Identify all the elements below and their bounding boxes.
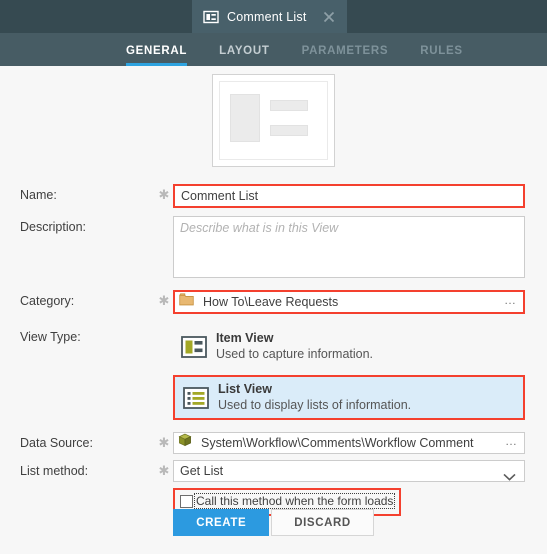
list-view-preview-icon [219,81,328,160]
preview-bar-bottom [270,125,308,136]
view-type-label: View Type: [20,330,81,344]
field-row-category: Category: ✱ How To\Leave Requests … [0,290,547,314]
name-label: Name: [20,188,57,202]
discard-button[interactable]: DISCARD [271,509,374,536]
item-view-text-block: Item View Used to capture information. [216,331,373,362]
title-bar: Comment List [0,0,547,33]
data-source-input[interactable]: System\Workflow\Comments\Workflow Commen… [173,432,525,454]
item-view-title: Item View [216,331,274,345]
field-row-data-source: Data Source: ✱ System\Workflow\Comments\… [0,432,547,454]
category-field-container: How To\Leave Requests … [173,290,547,314]
tab-bar: GENERAL LAYOUT PARAMETERS RULES [0,33,547,66]
chevron-down-icon[interactable] [503,467,516,481]
folder-icon [179,292,194,312]
list-method-field-container: Get List [173,460,547,482]
list-view-icon [183,386,209,410]
name-field-container: Comment List [173,184,547,208]
list-method-required-marker: ✱ [158,463,170,478]
view-preview-thumbnail [212,74,335,167]
field-row-list-method: List method: ✱ Get List [0,460,547,482]
description-label: Description: [20,220,86,234]
tab-rules[interactable]: RULES [420,45,462,66]
description-field-container: Describe what is in this View [173,216,547,278]
preview-left-block [230,94,260,142]
list-method-select[interactable]: Get List [173,460,525,482]
list-method-label: List method: [20,464,89,478]
name-highlight-box: Comment List [173,184,525,208]
view-type-option-item-view[interactable]: Item View Used to capture information. [173,326,525,367]
list-view-icon [203,9,219,25]
field-row-view-type: View Type: * [0,326,547,420]
view-type-option-list-view[interactable]: List View Used to display lists of infor… [175,377,523,418]
preview-thumbnail-container [0,74,547,167]
category-browse-button[interactable]: … [502,294,519,310]
general-tab-panel: Name: ✱ Comment List Description: * Desc… [0,66,547,554]
field-row-name: Name: ✱ Comment List [0,184,547,208]
document-tab-comment-list[interactable]: Comment List [192,0,347,33]
data-source-field-container: System\Workflow\Comments\Workflow Commen… [173,432,547,454]
data-source-browse-button[interactable]: … [503,435,520,451]
document-tab-label: Comment List [227,9,307,24]
data-source-label: Data Source: [20,436,93,450]
create-button[interactable]: CREATE [173,509,270,536]
tab-parameters[interactable]: PARAMETERS [302,45,389,66]
call-on-load-checkbox-row[interactable]: Call this method when the form loads [177,491,397,511]
view-designer-window: Comment List GENERAL LAYOUT PARAMETERS R… [0,0,547,554]
view-properties-form: Name: ✱ Comment List Description: * Desc… [0,184,547,516]
list-method-value: Get List [180,464,224,478]
list-view-title: List View [218,382,272,396]
description-textarea[interactable]: Describe what is in this View [173,216,525,278]
name-required-marker: ✱ [158,187,170,202]
list-view-description: Used to display lists of information. [218,398,412,412]
category-value: How To\Leave Requests [203,295,339,309]
list-view-highlight-box: List View Used to display lists of infor… [173,375,525,420]
smartobject-cube-icon [178,433,192,453]
category-input[interactable]: How To\Leave Requests … [175,292,523,312]
preview-bar-top [270,100,308,111]
list-view-text-block: List View Used to display lists of infor… [218,382,411,413]
call-on-load-checkbox[interactable] [180,494,193,508]
tab-layout[interactable]: LAYOUT [219,45,269,66]
name-input[interactable]: Comment List [175,186,523,206]
category-label: Category: [20,294,75,308]
category-highlight-box: How To\Leave Requests … [173,290,525,314]
category-required-marker: ✱ [158,293,170,308]
close-icon[interactable] [321,9,337,25]
tab-general[interactable]: GENERAL [126,45,188,66]
call-on-load-label[interactable]: Call this method when the form loads [193,493,396,509]
item-view-icon [181,335,207,359]
view-type-options: Item View Used to capture information. L… [173,326,547,420]
data-source-value: System\Workflow\Comments\Workflow Commen… [201,436,474,450]
footer-buttons: CREATE DISCARD [0,509,547,536]
field-row-description: Description: * Describe what is in this … [0,216,547,278]
item-view-description: Used to capture information. [216,347,374,361]
data-source-required-marker: ✱ [158,435,170,450]
